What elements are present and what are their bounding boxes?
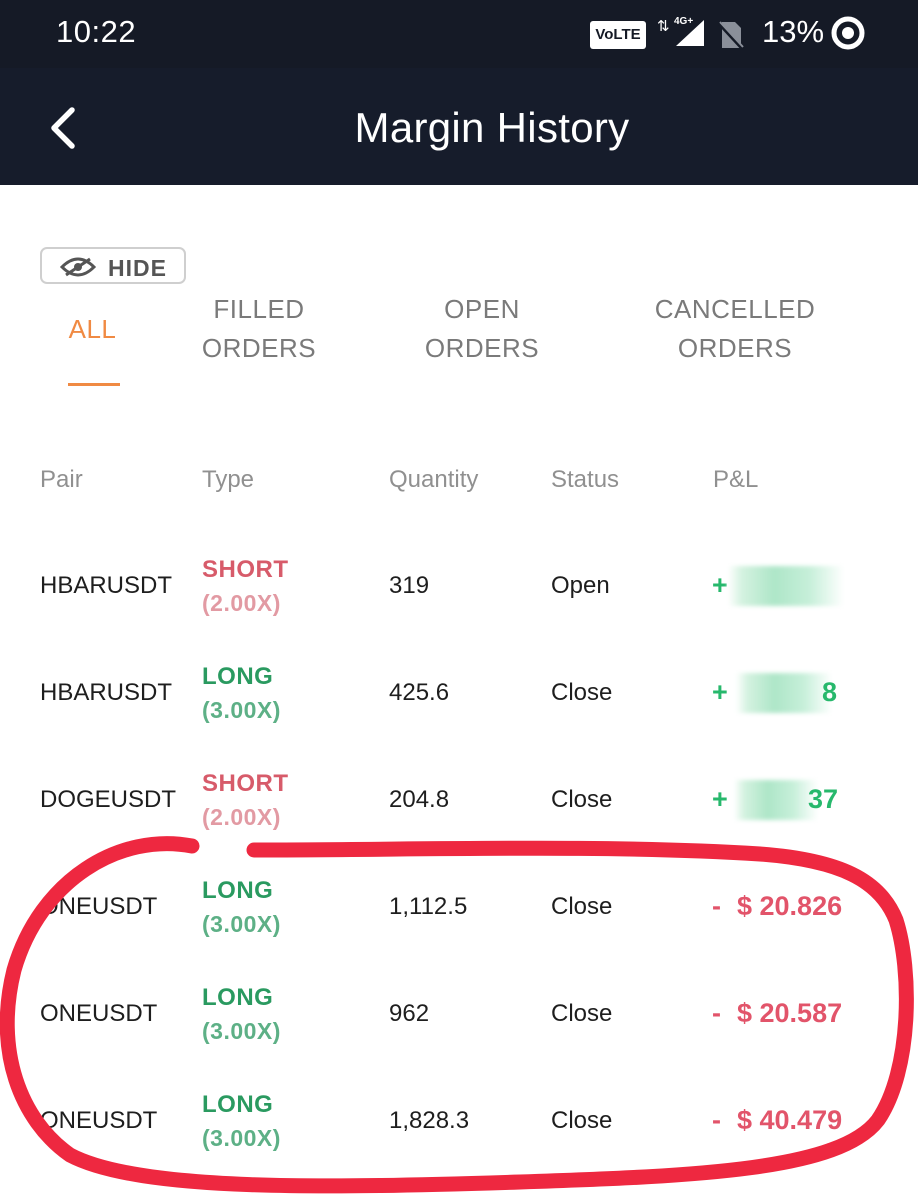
row-side: SHORT: [202, 556, 289, 583]
row-pair: HBARUSDT: [40, 679, 173, 706]
hide-label: HIDE: [108, 255, 167, 281]
row-status: Open: [551, 572, 610, 599]
column-header-quantity: Quantity: [389, 466, 479, 493]
tab-cancelled-orders[interactable]: CANCELLED ORDERS: [640, 290, 830, 368]
row-pnl-visible-tail: 37: [808, 784, 839, 814]
tab-cancelled-label-1: CANCELLED: [654, 294, 816, 324]
row-side: LONG: [202, 663, 274, 690]
status-bar: 10:22 VoLTE ⇅ 4G+ 13%: [0, 0, 918, 68]
row-pnl-sign: +: [712, 784, 728, 814]
eye-slash-icon: [60, 257, 96, 277]
redacted-pnl-value: [734, 780, 818, 820]
tab-open-label-2: ORDERS: [424, 333, 540, 363]
tab-all[interactable]: ALL: [40, 310, 145, 349]
redacted-pnl-value: [728, 566, 844, 606]
tab-filled-orders[interactable]: FILLED ORDERS: [178, 290, 340, 368]
app-header: Margin History: [0, 68, 918, 185]
row-pair: DOGEUSDT: [40, 786, 177, 813]
data-arrows-icon: ⇅: [657, 18, 670, 35]
tab-active-indicator: [68, 383, 120, 386]
row-pnl-visible-tail: 8: [822, 677, 838, 707]
row-pnl-sign: +: [712, 677, 728, 707]
row-quantity: 204.8: [389, 786, 450, 813]
hide-button[interactable]: HIDE: [40, 247, 186, 284]
row-status: Close: [551, 786, 613, 813]
battery-ring-icon: [831, 16, 865, 50]
tab-open-label-1: OPEN: [444, 294, 520, 324]
row-leverage: (3.00X): [202, 697, 281, 723]
tab-open-orders[interactable]: OPEN ORDERS: [400, 290, 564, 368]
tab-filled-label-2: ORDERS: [201, 333, 317, 363]
page-title: Margin History: [354, 104, 630, 151]
tab-filled-label-1: FILLED: [213, 294, 305, 324]
row-leverage: (2.00X): [202, 590, 281, 616]
column-header-status: Status: [551, 466, 620, 493]
row-pnl-sign: +: [712, 570, 728, 600]
row-status: Close: [551, 679, 613, 706]
network-label: 4G+: [674, 16, 694, 27]
red-annotation-circle: [0, 836, 914, 1194]
row-quantity: 319: [389, 572, 430, 599]
row-pair: HBARUSDT: [40, 572, 173, 599]
no-sim-icon: [718, 21, 744, 50]
tab-all-label: ALL: [68, 314, 117, 344]
column-header-type: Type: [202, 466, 255, 493]
row-side: SHORT: [202, 770, 289, 797]
status-time: 10:22: [56, 14, 137, 49]
row-quantity: 425.6: [389, 679, 450, 706]
column-header-pair: Pair: [40, 466, 83, 493]
volte-badge: VoLTE: [590, 21, 646, 49]
battery-percent: 13%: [762, 14, 825, 49]
tab-cancelled-label-2: ORDERS: [677, 333, 793, 363]
redacted-pnl-value: [736, 673, 832, 713]
column-header-pnl: P&L: [713, 466, 759, 493]
